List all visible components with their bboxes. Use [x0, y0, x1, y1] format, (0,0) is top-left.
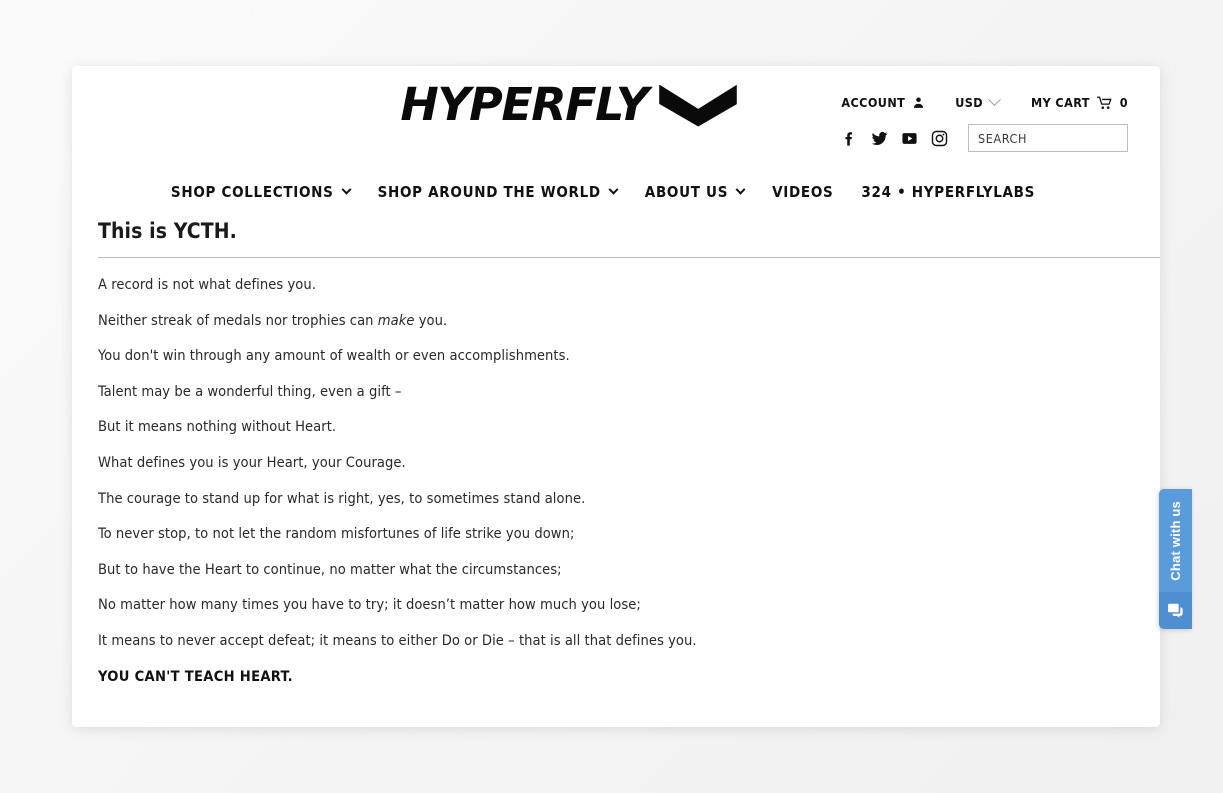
paragraph-emphasis: make	[377, 311, 415, 329]
instagram-icon[interactable]	[931, 130, 948, 147]
page-title: This is YCTH.	[98, 219, 237, 243]
nav-item-about-us[interactable]: ABOUT US	[644, 179, 746, 205]
nav-label: 324 • HYPERFLYLABS	[861, 183, 1036, 201]
twitter-icon[interactable]	[871, 130, 888, 147]
site-logo[interactable]: HYPERFLY	[400, 78, 738, 131]
header-social-search-row	[841, 124, 1128, 152]
social-links	[841, 130, 948, 147]
currency-label: USD	[955, 95, 983, 110]
chat-widget-icon-button[interactable]	[1159, 592, 1192, 629]
paragraph-pre: Neither streak of medals nor trophies ca…	[98, 311, 378, 329]
cart-label: MY CART	[1030, 95, 1090, 110]
chat-widget-label: Chat with us	[1168, 500, 1183, 581]
paragraph: But to have the Heart to continue, no ma…	[98, 560, 562, 578]
header-utility-row: ACCOUNT USD MY CART 0	[841, 93, 1128, 112]
cart-link[interactable]: MY CART 0	[1031, 93, 1128, 112]
facebook-icon[interactable]	[841, 130, 858, 147]
shopping-cart-icon	[1096, 96, 1112, 109]
chevron-down-icon	[735, 184, 746, 195]
nav-label: VIDEOS	[772, 183, 834, 201]
currency-selector[interactable]: USD	[955, 93, 1001, 112]
user-icon	[914, 97, 924, 108]
paragraph: You don't win through any amount of weal…	[98, 347, 570, 365]
paragraph-post: you.	[414, 311, 448, 329]
youtube-icon[interactable]	[901, 130, 918, 147]
paragraph: But it means nothing without Heart.	[98, 418, 337, 436]
paragraph: No matter how many times you have to try…	[98, 596, 641, 614]
paragraph: What defines you is your Heart, your Cou…	[98, 453, 406, 471]
account-label: ACCOUNT	[841, 95, 906, 110]
paragraph: It means to never accept defeat; it mean…	[98, 631, 697, 649]
nav-item-hyperflylabs[interactable]: 324 • HYPERFLYLABS	[861, 179, 1035, 205]
article-body: A record is not what defines you. Neithe…	[98, 258, 1078, 684]
cart-count: 0	[1119, 95, 1128, 110]
chat-bubble-icon	[1168, 603, 1183, 618]
nav-item-videos[interactable]: VIDEOS	[772, 179, 833, 205]
nav-label: SHOP COLLECTIONS	[170, 183, 334, 201]
nav-label: SHOP AROUND THE WORLD	[377, 183, 601, 201]
chevron-down-icon	[988, 93, 1001, 107]
paragraph-emphasized: YOU CAN'T TEACH HEART.	[98, 667, 293, 685]
search-input[interactable]	[968, 124, 1128, 152]
site-header: HYPERFLY ACCOUNT USD MY CART 0 SEARCH	[72, 66, 1160, 173]
chevron-down-mark-icon	[659, 84, 738, 127]
nav-item-shop-collections[interactable]: SHOP COLLECTIONS	[170, 179, 352, 205]
page-card: HYPERFLY ACCOUNT USD MY CART 0 SEARCH SH…	[72, 66, 1160, 727]
chevron-down-icon	[608, 184, 619, 195]
chat-widget-tab[interactable]: Chat with us	[1159, 489, 1192, 592]
paragraph: The courage to stand up for what is righ…	[98, 489, 586, 507]
paragraph: Talent may be a wonderful thing, even a …	[98, 382, 402, 400]
chevron-down-icon	[341, 184, 352, 195]
main-navigation: SHOP COLLECTIONS SHOP AROUND THE WORLD A…	[72, 173, 1160, 215]
account-link[interactable]: ACCOUNT	[841, 93, 925, 112]
nav-label: ABOUT US	[644, 183, 729, 201]
paragraph: A record is not what defines you.	[98, 276, 316, 293]
chat-widget[interactable]: Chat with us	[1159, 489, 1192, 629]
logo-wordmark: HYPERFLY	[400, 78, 649, 131]
article: This is YCTH. A record is not what defin…	[72, 215, 1160, 684]
paragraph: To never stop, to not let the random mis…	[98, 525, 575, 543]
paragraph: Neither streak of medals nor trophies ca…	[98, 311, 1078, 329]
nav-item-shop-around-the-world[interactable]: SHOP AROUND THE WORLD	[377, 179, 619, 205]
